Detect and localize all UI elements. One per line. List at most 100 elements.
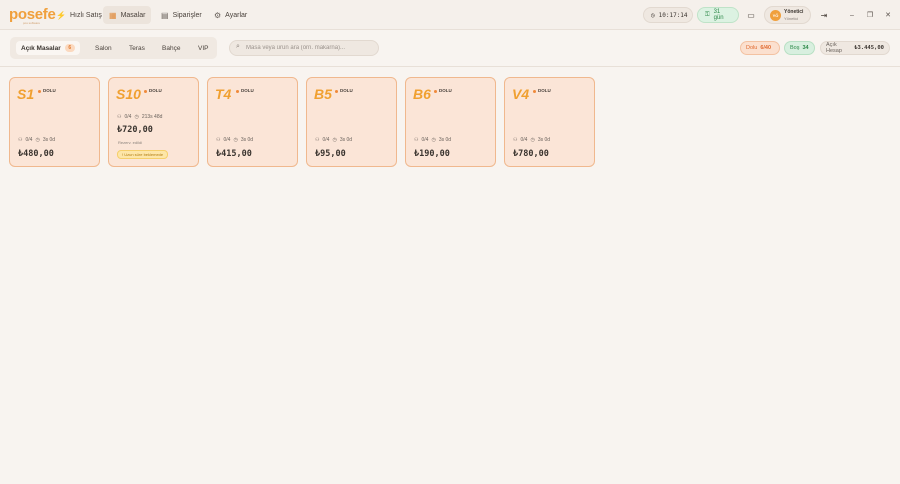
guest-count: 0/4 [421,137,429,143]
table-name: B5 [314,86,332,102]
table-amount: ₺480,00 [18,149,54,159]
grid-icon: ▦ [109,10,117,20]
tab-bahce[interactable]: Bahçe [157,41,185,55]
clock-icon: ◷ [431,137,436,143]
avatar: YÖ [770,10,781,21]
table-name: V4 [512,86,530,102]
open-tables-count: 6 [64,44,75,52]
elapsed-time: 3s 0d [339,137,353,143]
nav-label: Hızlı Satış [69,11,102,19]
elapsed-time: 3s 0d [537,137,551,143]
free-stat: Boş 34 [784,41,815,55]
guests-icon: ⚇ [216,137,221,143]
table-name: S10 [116,86,141,102]
nav-hizli-satis[interactable]: ⚡ Hızlı Satış [50,6,108,24]
table-meta: ⚇ 0/4 ◷ 213s 48d [117,114,162,120]
elapsed-time: 3s 0d [438,137,452,143]
table-card-s1[interactable]: S1 DOLU ⚇ 0/4 ◷ 3s 0d ₺480,00 [9,77,100,167]
table-card-s10[interactable]: S10 DOLU ⚇ 0/4 ◷ 213s 48d ₺720,00 Rezerv. … [108,77,199,167]
gear-icon: ⚙ [214,10,222,20]
guest-count: 0/4 [322,137,330,143]
table-amount: ₺415,00 [216,149,252,159]
user-name: Yönetici [784,9,804,15]
table-meta: ⚇ 0/4 ◷ 3s 0d [216,137,253,143]
status-label: DOLU [241,88,254,93]
license-days-badge[interactable]: ⚿ 31 gün [697,7,739,23]
clock-icon: ◷ [332,137,337,143]
user-menu[interactable]: YÖ Yönetici Yönetici [764,6,811,24]
tab-salon[interactable]: Salon [90,41,117,55]
clock-icon: ◷ [530,137,535,143]
guests-icon: ⚇ [414,137,419,143]
table-name: S1 [17,86,35,102]
status-dot [144,90,147,93]
table-meta: ⚇ 0/4 ◷ 3s 0d [18,137,55,143]
status-label: DOLU [439,88,452,93]
nav-siparisler[interactable]: ▤ Siparişler [155,6,208,24]
logout-icon: ⇥ [820,10,828,20]
logout-button[interactable]: ⇥ [817,8,831,22]
logo-subtext: pos software [23,21,41,25]
table-amount: ₺190,00 [414,149,450,159]
reservation-note: Rezerv. edildi [118,140,142,145]
table-amount: ₺720,00 [117,125,153,135]
clock-display: ◷ 10:17:14 [643,7,693,23]
open-account-label: Açık Hesap [826,42,842,54]
nav-ayarlar[interactable]: ⚙ Ayarlar [208,6,253,24]
tab-label: VIP [198,44,209,52]
status-dot [236,90,239,93]
clock-icon: ◷ [651,11,655,19]
open-account-value: ₺3.445,00 [854,45,884,51]
occupied-stat: Dolu 6/40 [740,41,780,55]
search-box: ⌕ [229,40,379,56]
elapsed-time: 213s 48d [141,114,163,120]
app-logo[interactable]: posefe pos software [9,6,56,25]
status-label: DOLU [340,88,353,93]
clock-icon: ◷ [233,137,238,143]
tab-label: Bahçe [162,44,181,52]
status-label: DOLU [43,88,56,93]
lightning-icon: ⚡ [56,10,66,20]
table-name: B6 [413,86,431,102]
tab-label: Salon [95,44,112,52]
free-value: 34 [802,45,809,51]
tab-teras[interactable]: Teras [124,41,150,55]
close-button[interactable]: ✕ [882,9,894,21]
minimize-button[interactable]: – [846,9,858,21]
status-dot [434,90,437,93]
messages-button[interactable]: ▭ [744,8,758,22]
elapsed-time: 3s 0d [42,137,56,143]
nav-masalar[interactable]: ▦ Masalar [103,6,152,24]
table-card-b5[interactable]: B5 DOLU ⚇ 0/4 ◷ 3s 0d ₺95,00 [306,77,397,167]
table-name: T4 [215,86,232,102]
clock-icon: ◷ [134,114,139,120]
tab-vip[interactable]: VIP [193,41,213,55]
table-card-b6[interactable]: B6 DOLU ⚇ 0/4 ◷ 3s 0d ₺190,00 [405,77,496,167]
guest-count: 0/4 [25,137,33,143]
table-card-v4[interactable]: V4 DOLU ⚇ 0/4 ◷ 3s 0d ₺780,00 [504,77,595,167]
search-icon: ⌕ [236,43,240,50]
guests-icon: ⚇ [513,137,518,143]
table-card-t4[interactable]: T4 DOLU ⚇ 0/4 ◷ 3s 0d ₺415,00 [207,77,298,167]
maximize-button[interactable]: ❐ [864,9,876,21]
free-label: Boş [790,45,800,51]
tab-label: Açık Masalar [21,44,61,52]
occupied-label: Dolu [746,45,758,51]
guest-count: 0/4 [520,137,528,143]
tab-acik-masalar[interactable]: Açık Masalar 6 [16,41,80,55]
status-label: DOLU [149,88,162,93]
user-role: Yönetici [784,16,799,21]
tab-label: Teras [129,44,145,52]
table-meta: ⚇ 0/4 ◷ 3s 0d [414,137,451,143]
clipboard-icon: ▤ [161,10,169,20]
search-input[interactable] [246,43,374,53]
guest-count: 0/4 [223,137,231,143]
minimize-icon: – [850,11,854,19]
nav-label: Masalar [120,11,146,19]
status-dot [533,90,536,93]
occupied-value: 6/40 [760,45,772,51]
open-account-stat: Açık Hesap ₺3.445,00 [820,41,890,55]
long-wait-warning: ! Uzun süre beklemede [117,150,169,159]
key-icon: ⚿ [705,11,710,18]
close-icon: ✕ [885,12,891,19]
